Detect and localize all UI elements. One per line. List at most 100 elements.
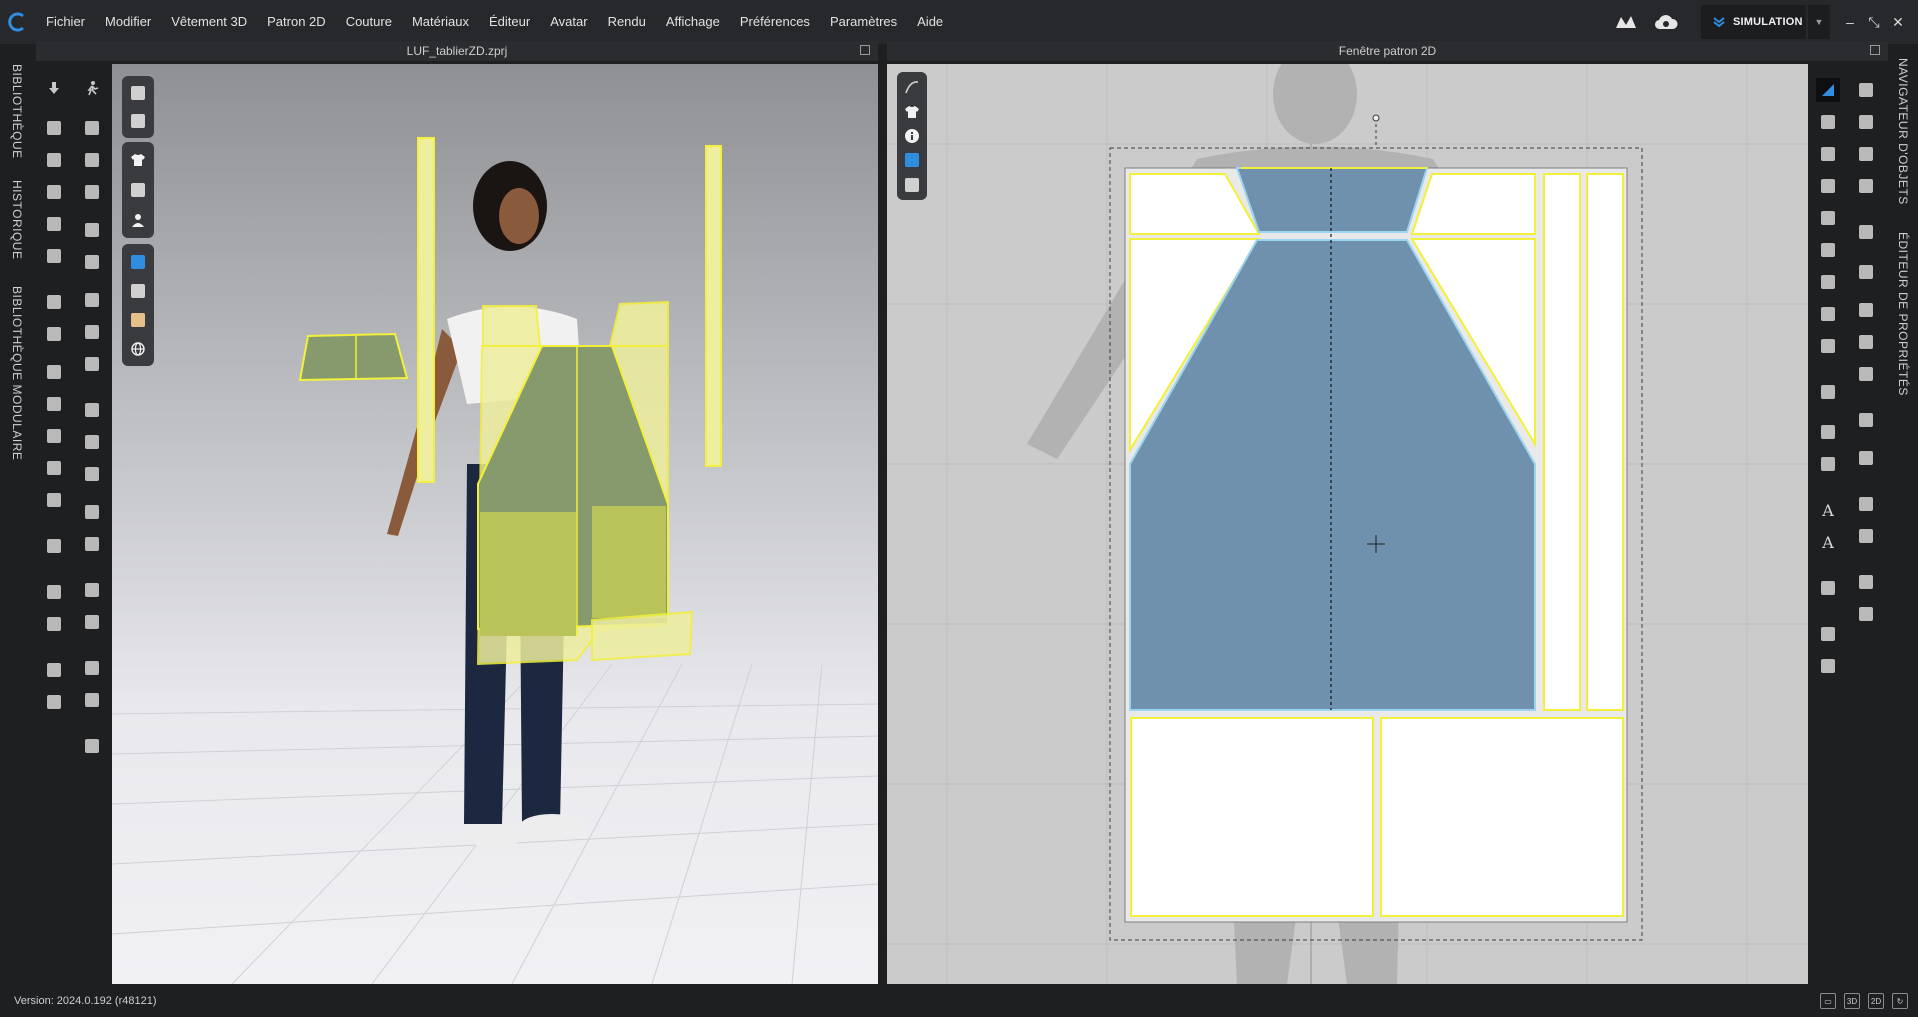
size-tool-icon[interactable] [42,534,66,558]
menu-fichier[interactable]: Fichier [36,0,95,44]
menu-aide[interactable]: Aide [907,0,953,44]
tab-editeur-proprietes[interactable]: ÉDITEUR DE PROPRIÉTÉS [1896,232,1910,396]
menu-couture[interactable]: Couture [336,0,402,44]
box-tool-icon[interactable] [42,244,66,268]
show-fabric-icon[interactable] [126,178,150,202]
vertical-ruler-icon[interactable] [1854,492,1878,516]
menu-rendu[interactable]: Rendu [598,0,656,44]
zigzag-icon[interactable] [1854,524,1878,548]
internal-polygon-icon[interactable] [1816,206,1840,230]
tab-navigateur-objets[interactable]: NAVIGATEUR D'OBJETS [1896,58,1910,205]
animate-tool-icon[interactable] [80,76,104,100]
zipper-alt-tool-icon[interactable] [80,532,104,556]
checker-2d-icon[interactable] [1854,362,1878,386]
zipper-tool-icon[interactable] [80,500,104,524]
show-garment-2d-icon[interactable] [900,102,924,120]
split-view-icon[interactable]: ▭ [1820,993,1836,1009]
info-icon[interactable] [900,127,924,145]
tuck-tool-icon[interactable] [42,212,66,236]
menu-patron-2d[interactable]: Patron 2D [257,0,336,44]
pattern-piece-apron-bib[interactable] [476,300,694,666]
checker-tool-icon[interactable] [80,352,104,376]
curve-tool-icon[interactable] [42,580,66,604]
trace-icon[interactable] [1816,302,1840,326]
show-garment-icon[interactable] [126,148,150,172]
pattern-outline-icon[interactable] [900,78,924,96]
pin-tool-icon[interactable] [42,116,66,140]
menu-editeur[interactable]: Éditeur [479,0,540,44]
menu-avatar[interactable]: Avatar [540,0,597,44]
menu-materiaux[interactable]: Matériaux [402,0,479,44]
mode-dropdown-arrow-icon[interactable]: ▼ [1808,5,1830,39]
text-annotation-alt-icon[interactable]: A [1816,530,1840,554]
brush-alt-tool-icon[interactable] [80,288,104,312]
seam-line-icon[interactable] [1854,78,1878,102]
tshirt-alt-tool-icon[interactable] [42,690,66,714]
dashed-line-icon[interactable] [1854,446,1878,470]
clo-set-cloud-icon[interactable] [1653,11,1679,33]
trim-alt-tool-icon[interactable] [80,610,104,634]
segment-tool-icon[interactable] [80,218,104,242]
menu-preferences[interactable]: Préférences [730,0,820,44]
dart-icon[interactable] [1816,270,1840,294]
iron-icon[interactable] [1854,220,1878,244]
texture-2d-icon[interactable] [900,151,924,169]
pattern-view-icon[interactable] [126,110,150,132]
tab-bibliotheque-modulaire[interactable]: BIBLIOTHÈQUE MODULAIRE [10,286,24,460]
viewport-2d[interactable] [887,64,1808,984]
transform-pattern-icon[interactable] [1816,78,1840,102]
pattern-piece-top-right[interactable] [1410,173,1536,235]
text-annotation-icon[interactable]: A [1816,498,1840,522]
select-move-tool-icon[interactable] [42,76,66,100]
pattern-piece-strap-1[interactable] [1543,173,1581,711]
segment-alt-tool-icon[interactable] [80,250,104,274]
pattern-piece-strap-2[interactable] [1586,173,1624,711]
menu-parametres[interactable]: Paramètres [820,0,907,44]
grid-pattern-icon[interactable] [1854,602,1878,626]
show-piece-2d-icon[interactable] [900,176,924,194]
avatar-fit-tool-icon[interactable] [42,488,66,512]
pattern-piece-waistband[interactable] [1235,167,1429,233]
diagonal-line-icon[interactable] [1854,408,1878,432]
segment-sewing-icon[interactable] [1854,110,1878,134]
texture-tool-icon[interactable] [42,322,66,346]
show-avatar-icon[interactable] [126,208,150,232]
view3d-maximize-icon[interactable] [860,45,870,55]
free-sewing-icon[interactable] [1854,142,1878,166]
minimize-icon[interactable]: – [1842,14,1858,30]
edit-point-icon[interactable] [1816,110,1840,134]
buttonhole-tool-icon[interactable] [80,462,104,486]
tab-historique[interactable]: HISTORIQUE [10,180,24,259]
pattern-piece-pocket-left[interactable] [1130,717,1374,917]
width-measure-icon[interactable] [1816,452,1840,476]
bird-alt-tool-icon[interactable] [80,180,104,204]
viewport-splitter[interactable] [878,44,887,984]
pattern-piece-strap-right[interactable] [705,145,722,467]
avatar-skin-icon[interactable] [126,308,150,331]
fitting-tool-icon[interactable] [42,360,66,384]
ruler-tool-icon[interactable] [42,612,66,636]
shirt-tool-icon[interactable] [42,424,66,448]
pattern-piece-pocket-right[interactable] [1380,717,1624,917]
seam-allowance-icon[interactable] [1816,420,1840,444]
marketplace-icon[interactable] [1613,11,1639,33]
grading-icon[interactable] [1816,576,1840,600]
view-3d-button[interactable]: 3D [1844,993,1860,1009]
texture-display-icon[interactable] [126,250,150,273]
view2d-maximize-icon[interactable] [1870,45,1880,55]
pattern-fill-tool-icon[interactable] [80,320,104,344]
tab-bibliotheque[interactable]: BIBLIOTHÈQUE [10,64,24,159]
app-logo-icon[interactable] [0,0,36,44]
simulation-mode-button[interactable]: SIMULATION [1701,5,1806,39]
link-icon[interactable] [1854,570,1878,594]
tack-icon[interactable] [1854,174,1878,198]
fold-arrange-icon[interactable] [1816,380,1840,404]
restore-icon[interactable]: ⤡ [1866,14,1882,30]
pattern-piece-waistband[interactable] [298,332,409,382]
menu-modifier[interactable]: Modifier [95,0,161,44]
align-tool-icon[interactable] [80,734,104,758]
strain-map-icon[interactable] [126,279,150,302]
pattern-piece-strap-left[interactable] [417,137,435,483]
button-alt-tool-icon[interactable] [80,430,104,454]
tshirt-2d-icon[interactable] [1854,260,1878,284]
